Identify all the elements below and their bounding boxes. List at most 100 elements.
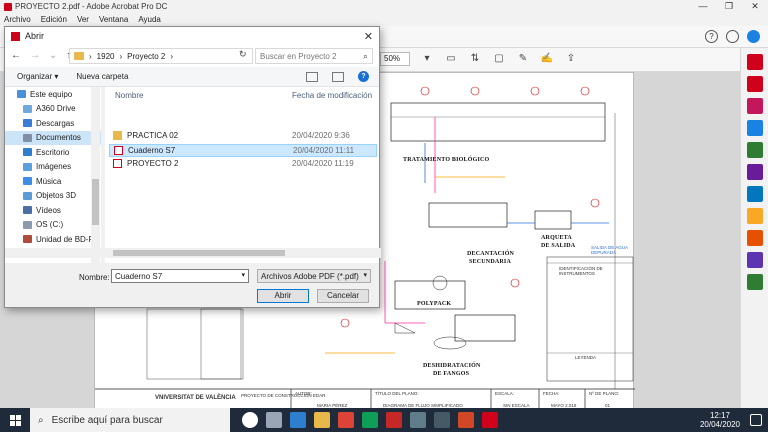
label-identificacion: IDENTIFICACIÓN DE INSTRUMENTOS (559, 266, 603, 276)
pen-icon[interactable]: ✎ (516, 52, 530, 66)
comment-icon[interactable] (746, 208, 763, 224)
menu-ventana[interactable]: Ventana (99, 15, 128, 24)
nav-item[interactable]: A360 Drive (5, 102, 101, 117)
edge-icon[interactable] (290, 412, 306, 428)
nav-item[interactable]: Unidad de BD-R (5, 232, 101, 247)
breadcrumb-1920[interactable]: 1920 (97, 52, 115, 61)
open-dialog: Abrir ✕ ← → ⌄ ↑ › 1920 › Proyecto 2 › ↻ … (4, 26, 381, 308)
cancel-button[interactable]: Cancelar (317, 289, 369, 303)
file-row[interactable]: Cuaderno S7 20/04/2020 11:11 (109, 144, 377, 157)
open-button[interactable]: Abrir (257, 289, 309, 303)
menu-archivo[interactable]: Archivo (4, 15, 31, 24)
refresh-icon[interactable]: ↻ (239, 49, 247, 60)
acrobat-icon[interactable] (482, 412, 498, 428)
window-controls: — ❐ ✕ (690, 0, 768, 13)
search-icon: ⌕ (38, 414, 44, 426)
create-pdf-icon[interactable] (746, 76, 763, 92)
fit-page-icon[interactable]: ▭ (444, 52, 458, 66)
nav-item[interactable]: Vídeos (5, 203, 101, 218)
zoom-field[interactable]: 50% (380, 52, 410, 66)
label-leyenda: LEYENDA (575, 355, 597, 360)
avatar[interactable] (747, 30, 760, 43)
dialog-close-button[interactable]: ✕ (364, 30, 373, 43)
minimize-button[interactable]: — (690, 0, 716, 13)
horizontal-scrollbar[interactable] (5, 248, 381, 258)
dialog-title-bar: Abrir ✕ (5, 27, 379, 45)
fill-sign-icon[interactable] (746, 164, 763, 180)
share-icon[interactable]: ⇪ (564, 52, 578, 66)
filetype-select[interactable]: Archivos Adobe PDF (*.pdf) ▾ (257, 269, 371, 283)
recent-locations-button[interactable]: ⌄ (49, 50, 57, 61)
sign-icon[interactable]: ✍ (540, 52, 554, 66)
navigation-pane: Este equipo A360 Drive Descargas Documentos… (5, 87, 101, 263)
nav-item[interactable]: Música (5, 174, 101, 189)
scroll-mode-icon[interactable]: ⇅ (468, 52, 482, 66)
combine-icon[interactable] (746, 120, 763, 136)
organize-button[interactable]: Organizar ▾ (17, 72, 58, 81)
nav-item-label: Vídeos (36, 205, 61, 215)
cortana-icon[interactable] (242, 412, 258, 428)
tb-plano-label: Nº DE PLANO: (589, 391, 620, 396)
nav-item[interactable]: Escritorio (5, 145, 101, 160)
organize-icon[interactable] (746, 142, 763, 158)
nav-item[interactable]: Documentos (5, 130, 101, 145)
menu-ayuda[interactable]: Ayuda (138, 15, 161, 24)
send-icon[interactable] (746, 186, 763, 202)
videos-icon (23, 206, 32, 215)
taskbar-search[interactable]: ⌕ Escribe aquí para buscar (30, 408, 230, 432)
chevron-down-icon[interactable]: ▾ (363, 271, 367, 279)
label-salida-agua: SALIDA DE AGUA DEPURADA (591, 245, 628, 255)
scan-icon[interactable] (746, 230, 763, 246)
filename-field[interactable]: Cuaderno S7 ▾ (111, 269, 249, 283)
close-window-button[interactable]: ✕ (742, 0, 768, 13)
nav-item[interactable]: Este equipo (5, 87, 101, 102)
task-view-icon[interactable] (266, 412, 282, 428)
column-name[interactable]: Nombre (115, 91, 143, 100)
clock[interactable]: 12:17 20/04/2020 (700, 411, 740, 429)
university-logo: VNIVERSITAT DE VALÈNCIA (155, 395, 236, 401)
dialog-title: Abrir (25, 31, 45, 41)
powerpoint-icon[interactable] (458, 412, 474, 428)
window-title: PROYECTO 2.pdf - Adobe Acrobat Pro DC (15, 2, 168, 11)
more-tools-icon[interactable] (746, 274, 763, 290)
back-button[interactable]: ← (11, 50, 21, 61)
forward-button[interactable]: → (30, 50, 40, 61)
chrome-icon[interactable] (338, 412, 354, 428)
tb-escala-label: ESCALA: (495, 391, 515, 396)
app3-icon[interactable] (434, 412, 450, 428)
chevron-down-icon[interactable]: ▾ (241, 271, 245, 279)
app2-icon[interactable] (410, 412, 426, 428)
export-pdf-icon[interactable] (746, 54, 763, 70)
notifications-icon[interactable] (726, 30, 739, 43)
taskbar: ⌕ Escribe aquí para buscar 12:17 20/04/2… (0, 408, 768, 432)
edit-pdf-icon[interactable] (746, 98, 763, 114)
file-row[interactable]: PROYECTO 2 20/04/2020 11:19 (109, 157, 377, 170)
nav-item[interactable]: Imágenes (5, 160, 101, 175)
comment-tool-icon[interactable]: ▢ (492, 52, 506, 66)
help-icon[interactable]: ? (358, 71, 369, 82)
nav-scrollbar[interactable] (91, 87, 100, 263)
nav-item[interactable]: Descargas (5, 116, 101, 131)
autocad-icon[interactable] (386, 412, 402, 428)
breadcrumb[interactable]: › 1920 › Proyecto 2 › (69, 48, 253, 64)
help-icon[interactable]: ? (705, 30, 718, 43)
protect-icon[interactable] (746, 252, 763, 268)
menu-edicion[interactable]: Edición (41, 15, 67, 24)
music-icon (23, 177, 32, 186)
dropdown-icon[interactable]: ▾ (420, 52, 434, 66)
restore-button[interactable]: ❐ (716, 0, 742, 13)
preview-pane-icon[interactable] (332, 71, 344, 82)
column-date[interactable]: Fecha de modificación (292, 91, 372, 100)
breadcrumb-proyecto-2[interactable]: Proyecto 2 (127, 52, 165, 61)
start-button[interactable] (0, 408, 30, 432)
new-folder-button[interactable]: Nueva carpeta (76, 72, 128, 81)
notification-center-icon[interactable] (750, 414, 762, 426)
nav-item[interactable]: OS (C:) (5, 218, 101, 233)
app-icon[interactable] (362, 412, 378, 428)
nav-item[interactable]: Objetos 3D (5, 189, 101, 204)
explorer-icon[interactable] (314, 412, 330, 428)
search-input[interactable]: Buscar en Proyecto 2 ⌕ (255, 48, 373, 64)
file-row[interactable]: PRACTICA 02 20/04/2020 9:36 (109, 129, 377, 142)
view-options-icon[interactable] (306, 71, 318, 82)
menu-ver[interactable]: Ver (77, 15, 89, 24)
